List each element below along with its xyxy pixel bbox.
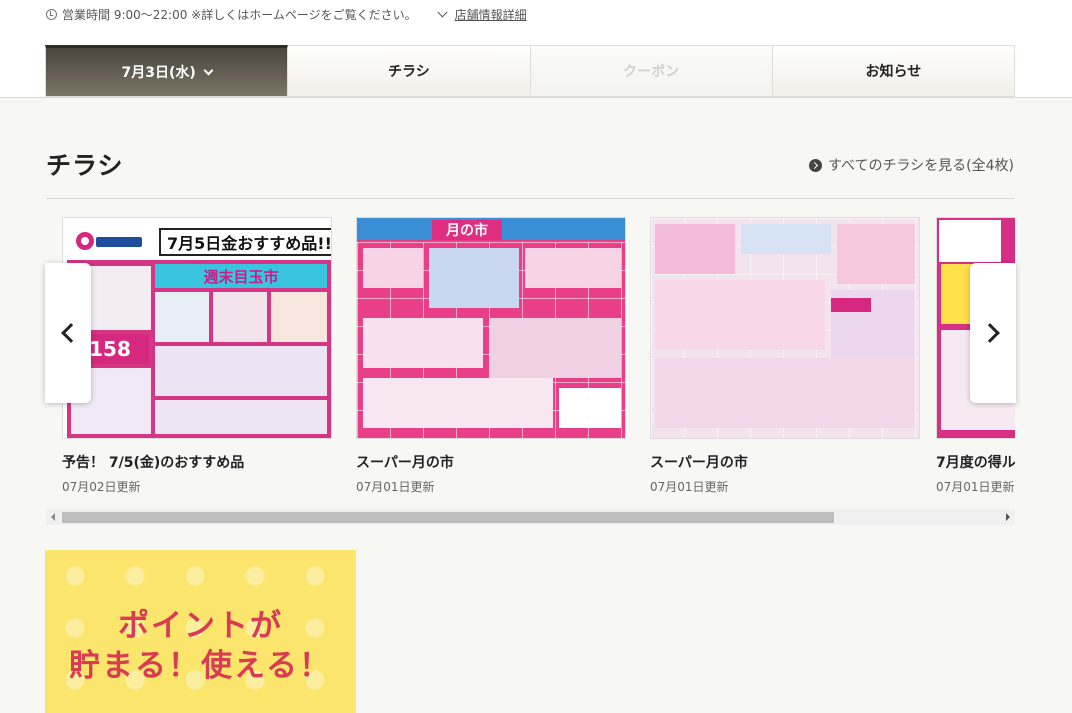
flyer-panel xyxy=(155,292,209,342)
carousel-scrollbar[interactable] xyxy=(46,509,1015,525)
flyer-header-box: 7月5日金おすすめ品!! xyxy=(159,228,331,256)
flyer-thumbnail[interactable]: 月の市 xyxy=(356,217,626,439)
tab-flyers-label: チラシ xyxy=(388,64,430,80)
see-all-flyers-link[interactable]: すべてのチラシを見る(全4枚) xyxy=(808,155,1014,175)
flyer-panel xyxy=(489,318,621,378)
tab-date-label: 7月3日(水) xyxy=(121,65,196,81)
chevron-down-icon xyxy=(437,7,448,18)
flyer-panel xyxy=(429,248,519,308)
chevron-left-icon xyxy=(61,323,81,343)
flyer-panel xyxy=(213,292,267,342)
carousel-next-button[interactable] xyxy=(970,263,1016,403)
see-all-flyers-label: すべてのチラシを見る(全4枚) xyxy=(827,158,1014,174)
price-tag xyxy=(831,298,871,312)
flyer-card[interactable]: 月の市 スーパー月の市 07月01日更新 xyxy=(356,217,631,495)
flyer-card[interactable]: 7月5日金おすすめ品!! 週末目玉市 158 予告！ 7/5(金)のおすすめ品 … xyxy=(62,217,337,495)
divider xyxy=(46,198,1014,199)
carousel-prev-button[interactable] xyxy=(45,263,91,403)
store-info-link-label: 店舗情報詳細 xyxy=(454,8,527,22)
flyer-date: 07月01日更新 xyxy=(650,480,729,494)
top-header: 営業時間 9:00〜22:00 ※詳しくはホームページをご覧ください。 店舗情報… xyxy=(0,0,1072,98)
flyer-banner: 週末目玉市 xyxy=(155,264,327,288)
flyer-date: 07月01日更新 xyxy=(936,480,1015,494)
flyer-panel xyxy=(155,400,327,434)
flyer-card[interactable]: スーパー月の市 07月01日更新 xyxy=(650,217,925,495)
points-promo-banner[interactable]: ポイントが 貯まる！使える！ xyxy=(45,550,356,713)
flyer-panel xyxy=(363,248,423,288)
flyer-title: 7月度の得ル xyxy=(936,455,1015,471)
scrollbar-thumb[interactable] xyxy=(62,512,834,523)
flyer-body: 週末目玉市 158 xyxy=(67,260,331,438)
mandai-logo xyxy=(76,232,142,250)
flyer-panel xyxy=(655,224,735,274)
promo-text: ポイントが 貯まる！使える！ xyxy=(45,606,356,686)
tab-date[interactable]: 7月3日(水) xyxy=(45,45,289,97)
chevron-right-icon xyxy=(980,323,1000,343)
section-title: チラシ xyxy=(46,151,124,180)
flyer-logo-block xyxy=(939,220,1001,262)
store-info-link[interactable]: 店舗情報詳細 xyxy=(437,6,527,23)
promo-line2: 貯まる！使える！ xyxy=(68,648,333,684)
flyer-thumbnail[interactable] xyxy=(650,217,920,439)
flyer-carousel: 7月5日金おすすめ品!! 週末目玉市 158 予告！ 7/5(金)のおすすめ品 … xyxy=(46,217,1015,497)
flyer-panel xyxy=(525,248,621,288)
tab-news-label: お知らせ xyxy=(865,64,922,80)
flyer-panel xyxy=(741,224,831,254)
flyer-title: 予告！ 7/5(金)のおすすめ品 xyxy=(62,455,245,471)
promo-line1: ポイントが xyxy=(118,608,283,644)
flyer-title: スーパー月の市 xyxy=(356,455,454,471)
scroll-right-arrow-icon[interactable] xyxy=(1006,513,1010,521)
tab-bar: 7月3日(水) チラシ クーポン お知らせ xyxy=(45,45,1015,97)
flyer-panel xyxy=(271,292,327,342)
business-hours-text: 営業時間 9:00〜22:00 ※詳しくはホームページをご覧ください。 xyxy=(62,8,417,22)
flyer-title: スーパー月の市 xyxy=(650,455,748,471)
flyer-panel xyxy=(559,388,621,428)
flyer-panel xyxy=(363,378,553,428)
tab-coupons: クーポン xyxy=(530,45,773,97)
tab-news[interactable]: お知らせ xyxy=(772,45,1015,97)
flyer-banner: 月の市 xyxy=(432,220,502,240)
tab-flyers[interactable]: チラシ xyxy=(288,45,531,97)
flyer-panel xyxy=(363,318,483,368)
chevron-down-icon xyxy=(203,65,214,75)
circle-chevron-right-icon xyxy=(808,158,822,172)
flyer-panel xyxy=(155,346,327,396)
flyer-thumbnail[interactable]: 7月5日金おすすめ品!! 週末目玉市 158 xyxy=(62,217,332,439)
flyer-date: 07月01日更新 xyxy=(356,480,435,494)
flyer-panel xyxy=(837,224,915,284)
tab-coupons-label: クーポン xyxy=(623,64,680,80)
flyer-date: 07月02日更新 xyxy=(62,480,141,494)
clock-icon xyxy=(46,9,57,20)
business-hours: 営業時間 9:00〜22:00 ※詳しくはホームページをご覧ください。 店舗情報… xyxy=(46,6,527,23)
flyer-panel xyxy=(655,358,915,428)
flyer-panel xyxy=(655,280,825,350)
scroll-left-arrow-icon[interactable] xyxy=(51,513,55,521)
